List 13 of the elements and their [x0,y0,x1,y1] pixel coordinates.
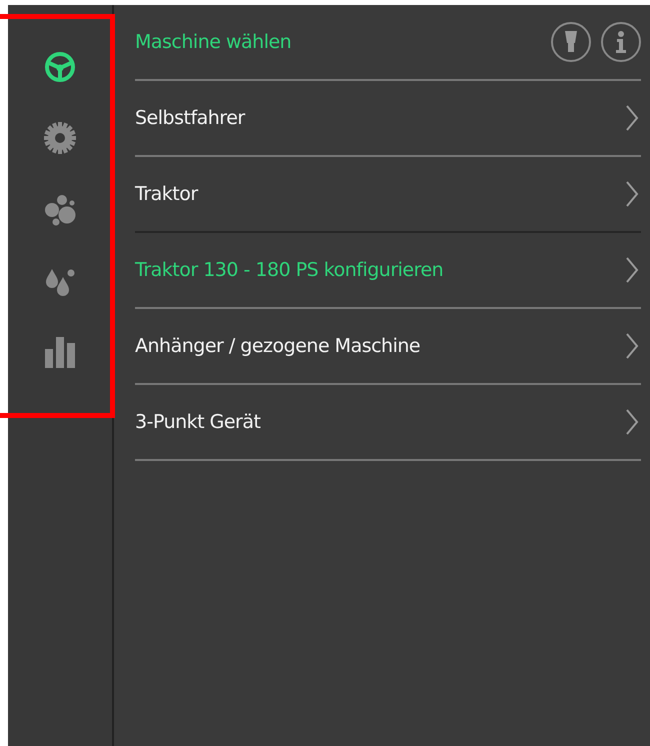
chevron-icon [625,408,639,436]
menu-item[interactable]: 3-Punkt Gerät [135,385,641,461]
chevron-icon [625,180,639,208]
menu-item[interactable]: Anhänger / gezogene Maschine [135,309,641,385]
info-icon[interactable] [601,22,641,62]
chevron-icon [625,256,639,284]
menu-item[interactable]: Traktor [135,157,641,233]
chevron-icon [625,332,639,360]
panel-title: Maschine wählen [135,31,292,53]
menu-item[interactable]: Traktor 130 - 180 PS konfigurieren [135,233,641,309]
menu-item[interactable]: Selbstfahrer [135,81,641,157]
lightbulb-icon[interactable] [551,22,591,62]
chevron-icon [625,104,639,132]
